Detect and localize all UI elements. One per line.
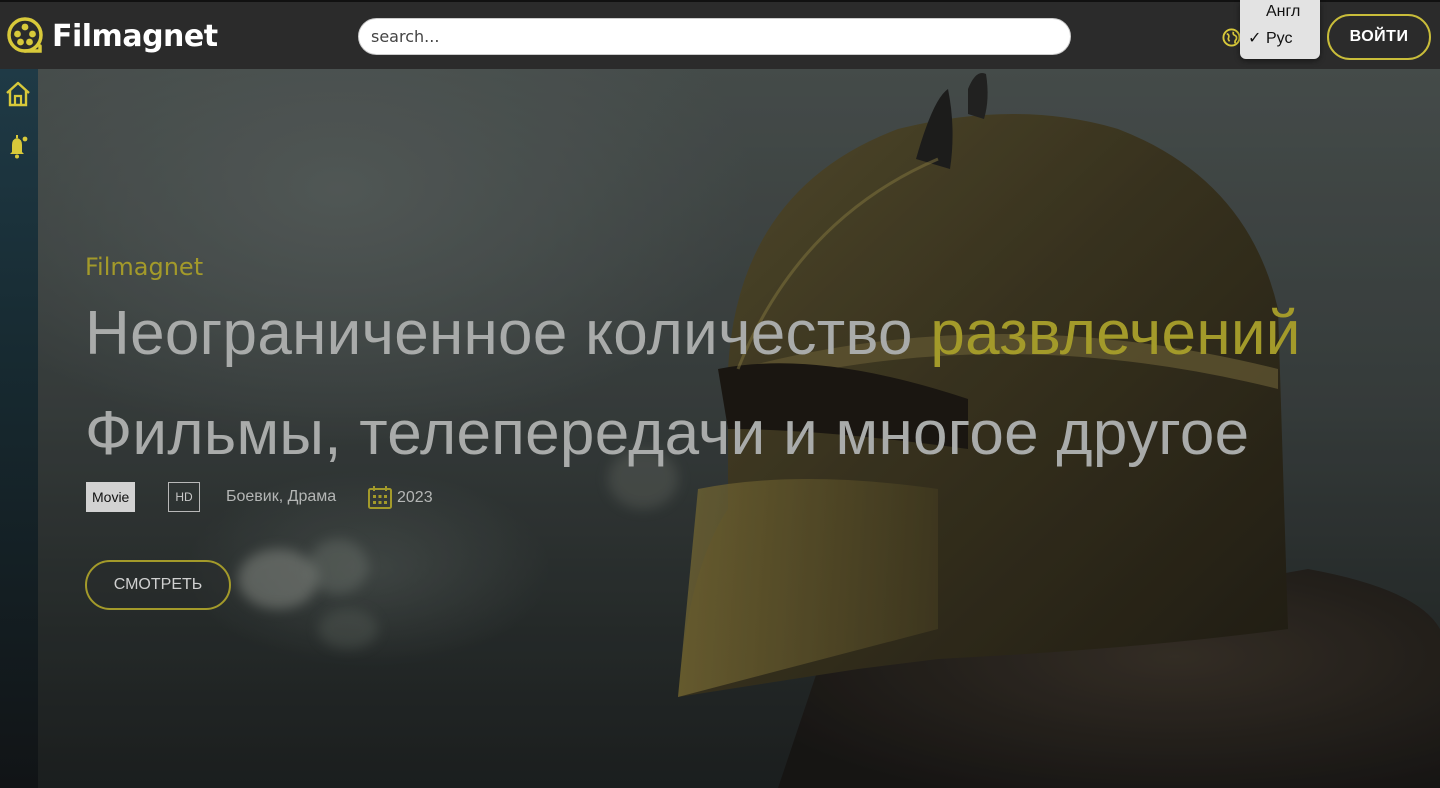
hero-brand-label: Filmagnet: [85, 253, 204, 281]
hero-headline-accent: развлечений: [930, 299, 1301, 368]
language-option-label: Рус: [1266, 30, 1293, 47]
sidebar: [0, 69, 38, 788]
home-icon[interactable]: [4, 80, 32, 108]
page: Filmagnet Англ ✓ Рус ВОЙТИ: [0, 0, 1440, 788]
language-option-ru[interactable]: ✓ Рус: [1240, 27, 1320, 51]
quality-badge: HD: [168, 482, 200, 512]
hero-headline-text: Неограниченное количество: [85, 299, 931, 368]
type-badge: Movie: [86, 482, 136, 512]
globe-icon[interactable]: [1222, 28, 1241, 47]
logo[interactable]: Filmagnet: [6, 14, 218, 58]
film-reel-icon: [7, 17, 43, 53]
language-option-en[interactable]: Англ: [1240, 0, 1320, 24]
language-option-label: Англ: [1266, 3, 1301, 20]
watch-button[interactable]: СМОТРЕТЬ: [85, 560, 231, 610]
genres: Боевик, Драма: [226, 488, 337, 505]
logo-text: Filmagnet: [52, 18, 218, 54]
top-header: Filmagnet Англ ✓ Рус ВОЙТИ: [0, 0, 1440, 69]
check-icon: ✓: [1248, 30, 1262, 47]
login-button[interactable]: ВОЙТИ: [1327, 14, 1431, 60]
hero-headline: Неограниченное количество развлечений: [85, 298, 1301, 369]
bell-icon[interactable]: [4, 133, 32, 161]
search-input[interactable]: [358, 18, 1071, 55]
calendar-icon: [368, 486, 392, 509]
language-dropdown[interactable]: Англ ✓ Рус: [1240, 0, 1320, 59]
hero-subheadline: Фильмы, телепередачи и многое другое: [85, 399, 1250, 468]
release-year: 2023: [397, 489, 433, 506]
